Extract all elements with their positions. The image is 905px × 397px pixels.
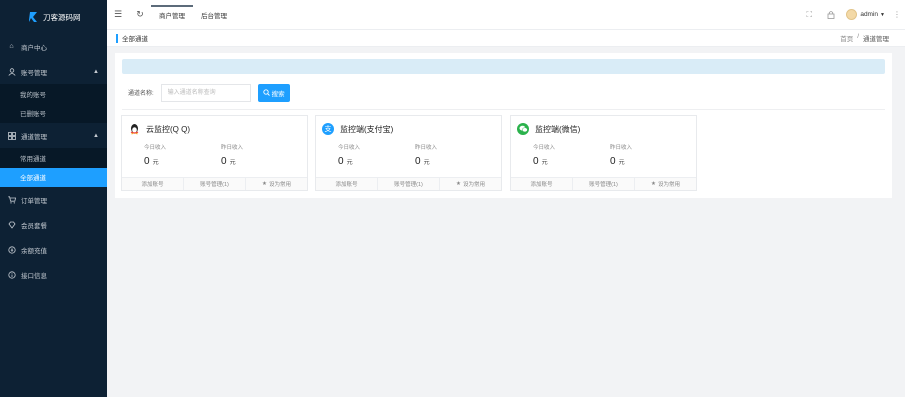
card-actions: 添加账号 账号管理(1) ★ 设为常用 (122, 177, 307, 190)
qq-icon (128, 123, 140, 135)
search-label: 通道名称: (128, 91, 154, 97)
sidebar: 刀客源码网 ⌂ 商户中心 账号管理 ▲ 我的账号 已删账号 通道管理 ▲ 常用通… (0, 0, 107, 397)
search-icon (263, 89, 270, 96)
channel-card-alipay: 支 监控端(支付宝) 今日收入 0元 昨日收入 0元 添加账号 账号管理(1) … (315, 115, 502, 191)
yesterday-income: 昨日收入 0元 (221, 145, 244, 167)
card-title: 云监控(Q Q) (146, 124, 190, 134)
set-common-button[interactable]: ★ 设为常用 (635, 178, 696, 190)
breadcrumb-separator: / (857, 33, 859, 40)
search-button[interactable]: 搜索 (257, 83, 290, 102)
today-income: 今日收入 0元 (144, 145, 167, 167)
lock-icon[interactable] (820, 10, 842, 19)
card-actions: 添加账号 账号管理(1) ★ 设为常用 (316, 177, 501, 190)
menu-item-api-info[interactable]: 接口信息 (0, 262, 107, 287)
topbar: ☰ ↻ 商户管理 后台管理 ⛶ admin ▼ ⋮ (107, 0, 905, 30)
chevron-up-icon: ▲ (93, 132, 99, 139)
logo-text: 刀客源码网 (43, 12, 81, 22)
account-management-button[interactable]: 账号管理(1) (573, 178, 635, 190)
wallet-icon (7, 245, 16, 254)
add-account-button[interactable]: 添加账号 (316, 178, 378, 190)
menu-item-recharge[interactable]: 余额充值 (0, 237, 107, 262)
breadcrumb-current: 通道管理 (863, 36, 889, 43)
search-form: 通道名称: 搜索 (128, 83, 290, 102)
page-title: 全部通道 (122, 36, 148, 43)
sidebar-item-common-channels[interactable]: 常用通道 (0, 148, 107, 168)
menu-toggle-icon[interactable]: ☰ (107, 9, 129, 20)
wechat-icon (517, 123, 529, 135)
star-icon: ★ (651, 181, 656, 187)
yesterday-income: 昨日收入 0元 (415, 145, 438, 167)
submenu-accounts: 我的账号 已删账号 (0, 84, 107, 123)
set-common-button[interactable]: ★ 设为常用 (440, 178, 501, 190)
breadcrumb-bar: 全部通道 首页 / 通道管理 (107, 30, 905, 47)
alipay-icon: 支 (322, 123, 334, 135)
username: admin (860, 11, 879, 18)
account-management-button[interactable]: 账号管理(1) (184, 178, 246, 190)
channel-card-qq: 云监控(Q Q) 今日收入 0元 昨日收入 0元 添加账号 账号管理(1) ★ 设… (121, 115, 308, 191)
submenu-channels: 常用通道 全部通道 (0, 148, 107, 187)
channel-card-wechat: 监控端(微信) 今日收入 0元 昨日收入 0元 添加账号 账号管理(1) ★ 设为… (510, 115, 697, 191)
logo-icon (27, 11, 39, 24)
chevron-down-icon: ▼ (880, 11, 885, 18)
page-marker (116, 33, 118, 43)
menu-item-merchant-center[interactable]: ⌂ 商户中心 (0, 34, 107, 59)
tab-merchant-management[interactable]: 商户管理 (151, 0, 193, 30)
menu-item-orders[interactable]: 订单管理 (0, 187, 107, 212)
add-account-button[interactable]: 添加账号 (511, 178, 573, 190)
grid-icon (7, 131, 16, 140)
set-common-button[interactable]: ★ 设为常用 (246, 178, 307, 190)
today-income: 今日收入 0元 (533, 145, 556, 167)
menu-item-membership[interactable]: 会员套餐 (0, 212, 107, 237)
add-account-button[interactable]: 添加账号 (122, 178, 184, 190)
menu-item-account-management[interactable]: 账号管理 ▲ (0, 59, 107, 84)
search-input[interactable] (160, 83, 251, 102)
user-menu[interactable]: admin ▼ (846, 9, 885, 20)
more-icon[interactable]: ⋮ (889, 10, 905, 19)
divider (122, 109, 885, 110)
info-icon (7, 270, 16, 279)
refresh-icon[interactable]: ↻ (129, 9, 151, 20)
today-income: 今日收入 0元 (338, 145, 361, 167)
sidebar-item-all-channels[interactable]: 全部通道 (0, 167, 107, 187)
logo[interactable]: 刀客源码网 (0, 0, 107, 34)
diamond-icon (7, 220, 16, 229)
account-management-button[interactable]: 账号管理(1) (378, 178, 440, 190)
notice-bar (122, 59, 885, 74)
tab-admin-management[interactable]: 后台管理 (193, 0, 235, 30)
sidebar-item-deleted-accounts[interactable]: 已删账号 (0, 104, 107, 124)
menu-item-channel-management[interactable]: 通道管理 ▲ (0, 123, 107, 148)
cart-icon (7, 195, 16, 204)
breadcrumb: 首页 / 通道管理 (840, 33, 889, 43)
star-icon: ★ (262, 181, 267, 187)
fullscreen-icon[interactable]: ⛶ (798, 10, 820, 20)
avatar (846, 9, 858, 20)
user-icon (7, 67, 16, 76)
content-panel: 通道名称: 搜索 云监控(Q Q) 今日收入 0元 昨日收入 0元 添加账号 账… (115, 53, 892, 198)
star-icon: ★ (456, 181, 461, 187)
card-actions: 添加账号 账号管理(1) ★ 设为常用 (511, 177, 696, 190)
card-title: 监控端(支付宝) (340, 124, 394, 134)
chevron-up-icon: ▲ (93, 68, 99, 75)
home-icon: ⌂ (9, 43, 14, 50)
sidebar-item-my-accounts[interactable]: 我的账号 (0, 84, 107, 104)
yesterday-income: 昨日收入 0元 (610, 145, 633, 167)
breadcrumb-home[interactable]: 首页 (840, 33, 853, 43)
card-title: 监控端(微信) (535, 124, 581, 134)
